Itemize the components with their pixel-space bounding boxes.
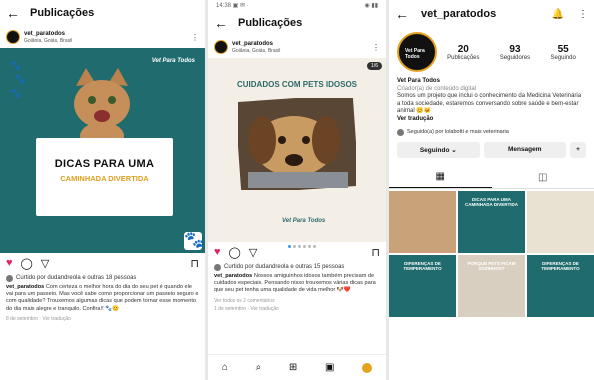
share-icon[interactable]: ▽ (249, 246, 257, 259)
avatar (397, 128, 404, 136)
profile-stats: 20 Publicações 93 Seguidores 55 Seguindo (437, 44, 586, 61)
search-icon[interactable]: ⌕ (256, 362, 262, 373)
view-comments-link[interactable]: Ver todos os 2 comentários (208, 296, 386, 306)
bookmark-icon[interactable]: ⊓ (371, 246, 380, 259)
following-button[interactable]: Seguindo ⌄ (397, 141, 480, 158)
top-bar: ← Publicações (208, 10, 386, 36)
home-icon[interactable]: ⌂ (222, 362, 228, 373)
page-title: Publicações (30, 7, 95, 19)
reels-icon[interactable]: ▣ (325, 362, 334, 373)
more-options-icon[interactable]: ⋮ (578, 9, 588, 20)
like-heart-icon[interactable]: ♥ (6, 257, 13, 269)
caption-username[interactable]: vet_paratodos (6, 284, 44, 290)
post-username[interactable]: vet_paratodos (24, 31, 72, 38)
page-title: Publicações (238, 17, 303, 29)
cat-photo (74, 68, 130, 146)
avatar-logo-text: Vet Para Todos (405, 48, 425, 60)
post-location[interactable]: Goiânia, Goiás, Brasil (232, 48, 280, 54)
card-title-line1: DICAS PARA UMA (54, 158, 155, 170)
post-caption: vet_paratodos Nossos amiguinhos idosos t… (208, 272, 386, 296)
grid-post[interactable] (389, 190, 456, 253)
liked-by[interactable]: Curtido por dudandreola e outras 15 pess… (208, 262, 386, 272)
post-actions: ♥ ◯ ▽ ⊓ (208, 242, 386, 262)
profile-avatar[interactable] (362, 362, 373, 373)
screen-profile: ← vet_paratodos 🔔 ⋮ Vet Para Todos 20 Pub… (389, 0, 594, 380)
add-person-button[interactable]: + (570, 141, 586, 158)
bottom-nav: ⌂ ⌕ ⊞ ▣ (208, 354, 386, 380)
grid-post[interactable]: PORQUE PETS FICAM SOZINHOS? (458, 254, 525, 317)
carousel-dots (288, 245, 316, 248)
post-image[interactable]: 1/6 CUIDADOS COM PETS IDOSOS Vet Para To… (208, 58, 386, 242)
profile-top-bar: ← vet_paratodos 🔔 ⋮ (389, 0, 594, 28)
post-image[interactable]: 🐾 🐾 🐾 Vet Para Todos DICAS PARA UMA CAMIN… (0, 48, 205, 253)
more-options-icon[interactable]: ⋮ (191, 33, 199, 42)
comment-icon[interactable]: ◯ (21, 257, 33, 270)
screen-posts-1: ← Publicações vet_paratodos Goiânia, Goi… (0, 0, 205, 380)
brand-logo: Vet Para Todos (282, 218, 326, 224)
liked-by[interactable]: Curtido por dudandreola e outras 18 pess… (0, 273, 205, 283)
paw-icon: 🐾 (184, 232, 204, 250)
post-caption: vet_paratodos Com certeza o melhor hora … (0, 283, 205, 314)
back-arrow-icon[interactable]: ← (6, 6, 20, 20)
followed-by[interactable]: Seguido(a) por lolabotti e mais veterina… (389, 126, 594, 139)
message-button[interactable]: Mensagem (483, 141, 566, 158)
stat-followers[interactable]: 93 Seguidores (500, 44, 530, 61)
liked-by-text: Curtido por dudandreola e outras 18 pess… (16, 275, 137, 281)
post-location[interactable]: Goiânia, Goiás, Brasil (24, 38, 72, 44)
profile-avatar[interactable]: Vet Para Todos (397, 32, 437, 72)
profile-header: Vet Para Todos 20 Publicações 93 Seguidore… (389, 28, 594, 76)
translate-link[interactable]: Ver tradução (397, 116, 586, 124)
tab-grid-icon[interactable]: ▦ (389, 167, 492, 188)
tip-card: DICAS PARA UMA CAMINHADA DIVERTIDA (36, 138, 173, 216)
like-heart-icon[interactable]: ♥ (214, 246, 221, 258)
followed-by-text: Seguido(a) por lolabotti e mais veterina… (407, 129, 509, 136)
grid-post[interactable]: DICAS PARA UMA CAMINHADA DIVERTIDA (458, 190, 525, 253)
back-arrow-icon[interactable]: ← (395, 7, 409, 21)
status-icons: ◉ ▮▮ (364, 3, 378, 9)
grid-post[interactable]: DIFERENÇAS DE TEMPERAMENTO (527, 254, 594, 317)
liked-by-text: Curtido por dudandreola e outras 15 pess… (224, 264, 345, 270)
profile-bio: Vet Para Todos Criador(a) de conteúdo di… (389, 76, 594, 126)
profile-username: vet_paratodos (421, 8, 497, 20)
notification-bell-icon[interactable]: 🔔 (552, 9, 564, 20)
dog-photo (238, 98, 356, 190)
caption-username[interactable]: vet_paratodos (214, 273, 252, 279)
screen-posts-2: 14:38 ▣ ✉ · ◉ ▮▮ ← Publicações vet_parat… (208, 0, 386, 380)
post-header: vet_paratodos Goiânia, Goiás, Brasil ⋮ (208, 36, 386, 58)
back-arrow-icon[interactable]: ← (214, 16, 228, 30)
bookmark-icon[interactable]: ⊓ (190, 257, 199, 270)
avatar[interactable] (214, 40, 228, 54)
share-icon[interactable]: ▽ (41, 257, 49, 270)
profile-buttons: Seguindo ⌄ Mensagem + (389, 139, 594, 161)
bio-text: Somos um projeto que inclui o conhecimen… (397, 93, 582, 115)
add-post-icon[interactable]: ⊞ (289, 362, 297, 373)
post-username[interactable]: vet_paratodos (232, 41, 280, 48)
comment-icon[interactable]: ◯ (229, 246, 241, 259)
profile-category: Criador(a) de conteúdo digital (397, 85, 477, 92)
top-bar: ← Publicações (0, 0, 205, 26)
posts-grid: DICAS PARA UMA CAMINHADA DIVERTIDA DIFER… (389, 189, 594, 317)
post-meta[interactable]: 8 de setembro · Ver tradução (0, 314, 205, 324)
stat-posts[interactable]: 20 Publicações (447, 44, 479, 61)
profile-name: Vet Para Todos (397, 78, 440, 84)
avatar (214, 263, 221, 271)
grid-post[interactable]: DIFERENÇAS DE TEMPERAMENTO (389, 254, 456, 317)
avatar[interactable] (6, 30, 20, 44)
tab-tagged-icon[interactable]: ◫ (492, 167, 594, 188)
media-title: CUIDADOS COM PETS IDOSOS (236, 80, 357, 89)
profile-tabs: ▦ ◫ (389, 167, 594, 189)
more-options-icon[interactable]: ⋮ (372, 43, 380, 52)
post-header: vet_paratodos Goiânia, Goiás, Brasil ⋮ (0, 26, 205, 48)
card-title-line2: CAMINHADA DIVERTIDA (60, 174, 149, 183)
status-bar: 14:38 ▣ ✉ · ◉ ▮▮ (208, 0, 386, 10)
stat-following[interactable]: 55 Seguindo (550, 44, 575, 61)
avatar (6, 274, 13, 282)
carousel-counter: 1/6 (367, 62, 382, 70)
post-meta[interactable]: 1 de setembro · Ver tradução (208, 306, 386, 314)
status-time: 14:38 ▣ ✉ · (216, 3, 249, 9)
grid-post[interactable] (527, 190, 594, 253)
paw-decor-icon: 🐾 🐾 🐾 (10, 60, 27, 98)
post-actions: ♥ ◯ ▽ ⊓ (0, 253, 205, 273)
brand-logo: Vet Para Todos (151, 58, 195, 64)
